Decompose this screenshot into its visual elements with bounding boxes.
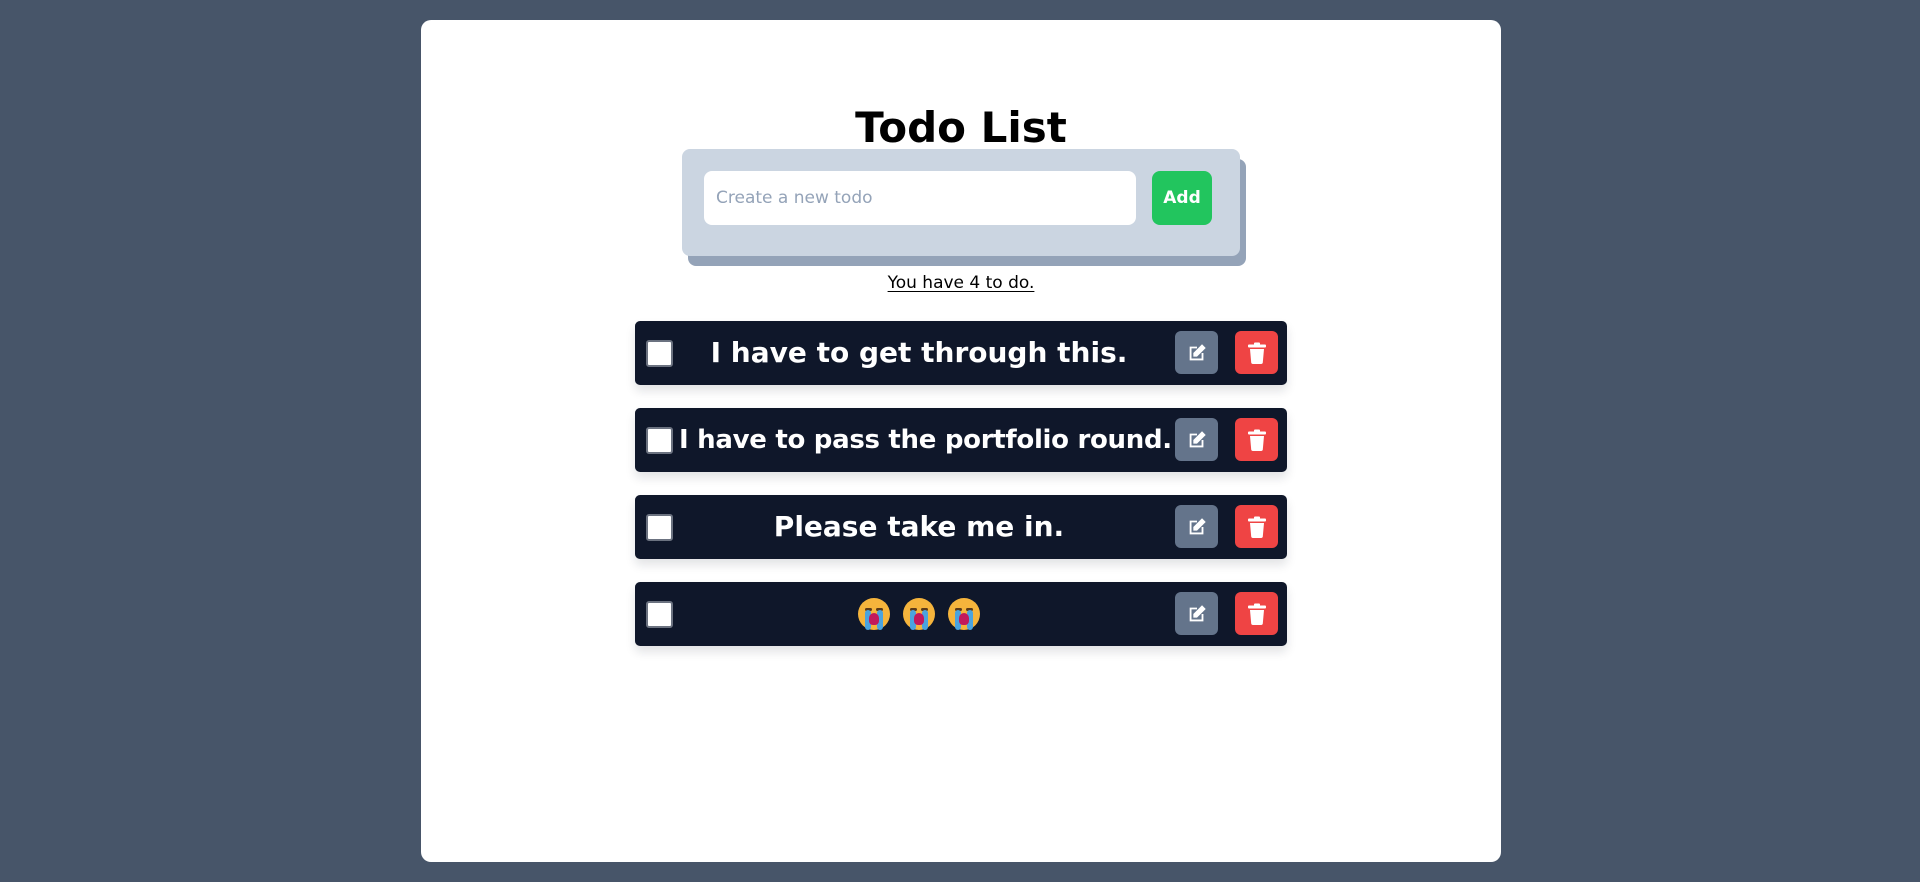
- crying-face-icon: [858, 598, 890, 630]
- delete-button[interactable]: [1235, 331, 1278, 374]
- todo-item: Please take me in.: [635, 495, 1287, 559]
- edit-button[interactable]: [1175, 418, 1218, 461]
- todo-count-text: You have 4 to do.: [887, 273, 1035, 293]
- edit-button[interactable]: [1175, 592, 1218, 635]
- todo-item: I have to get through this.: [635, 321, 1287, 385]
- edit-icon: [1189, 604, 1206, 621]
- edit-icon: [1189, 517, 1206, 534]
- edit-button[interactable]: [1175, 505, 1218, 548]
- new-todo-input[interactable]: [704, 171, 1136, 225]
- todo-checkbox[interactable]: [646, 514, 673, 541]
- trash-icon: [1247, 516, 1266, 538]
- crying-face-icon: [948, 598, 980, 630]
- todo-count: You have 4 to do.: [421, 273, 1501, 293]
- edit-icon: [1189, 430, 1206, 447]
- todo-list: I have to get through this. I have to pa…: [635, 321, 1287, 669]
- todo-text: [679, 582, 1159, 646]
- todo-card: Todo List Add You have 4 to do. I have t…: [421, 20, 1501, 862]
- todo-form: Add: [682, 149, 1240, 256]
- delete-button[interactable]: [1235, 418, 1278, 461]
- trash-icon: [1247, 603, 1266, 625]
- trash-icon: [1247, 342, 1266, 364]
- todo-text: I have to pass the portfolio round.: [679, 425, 1172, 455]
- edit-icon: [1189, 343, 1206, 360]
- todo-checkbox[interactable]: [646, 601, 673, 628]
- edit-button[interactable]: [1175, 331, 1218, 374]
- todo-checkbox[interactable]: [646, 340, 673, 367]
- todo-item: I have to pass the portfolio round.: [635, 408, 1287, 472]
- trash-icon: [1247, 429, 1266, 451]
- delete-button[interactable]: [1235, 592, 1278, 635]
- crying-face-icon: [903, 598, 935, 630]
- todo-checkbox[interactable]: [646, 427, 673, 454]
- add-button[interactable]: Add: [1152, 171, 1212, 225]
- todo-text: Please take me in.: [773, 510, 1065, 543]
- todo-text: I have to get through this.: [710, 336, 1128, 369]
- todo-item: [635, 582, 1287, 646]
- delete-button[interactable]: [1235, 505, 1278, 548]
